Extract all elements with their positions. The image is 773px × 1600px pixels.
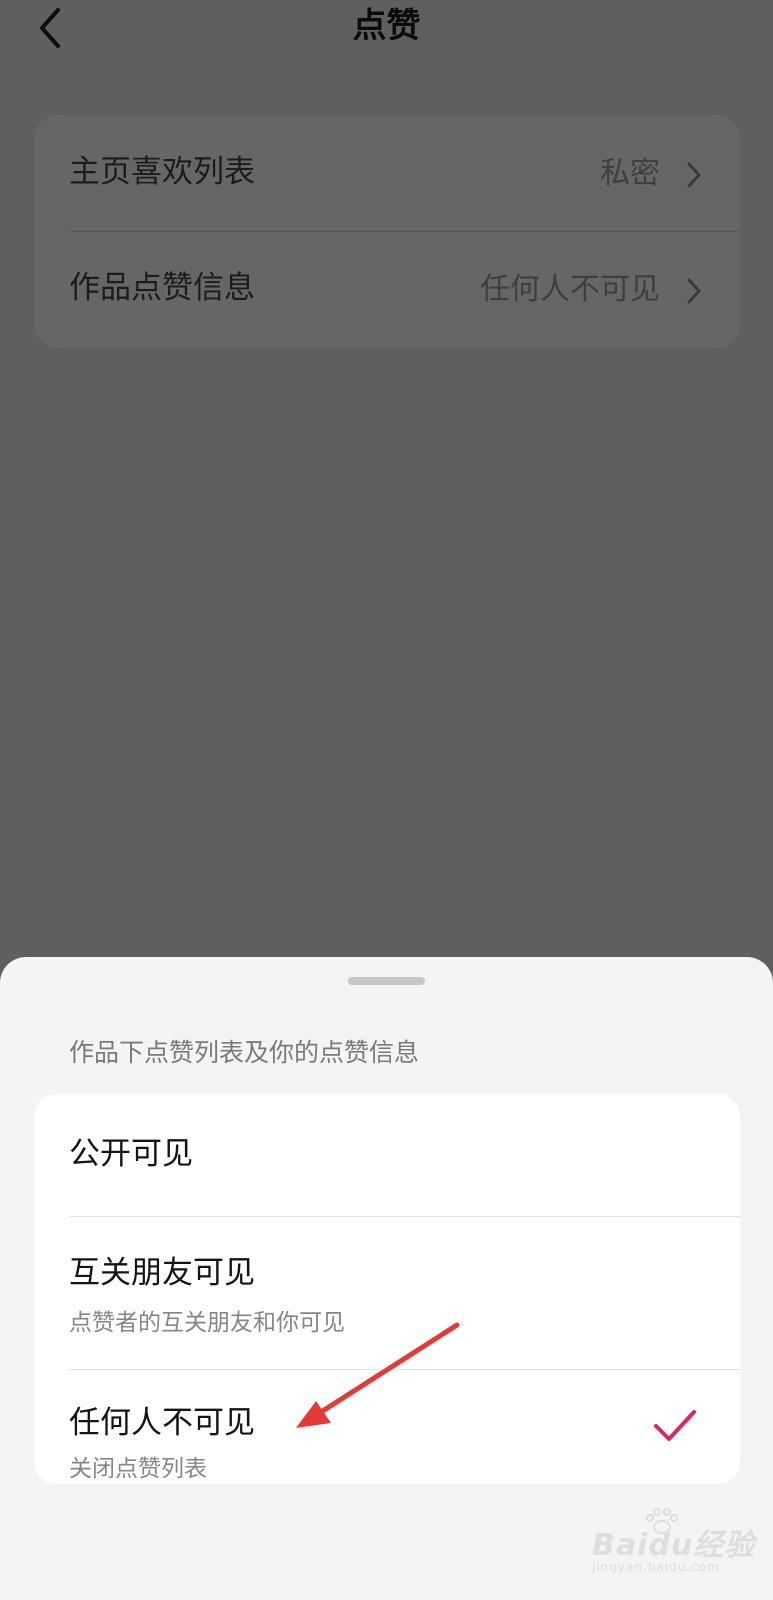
watermark-url: jingyan.baidu.com xyxy=(592,1560,720,1574)
page-title: 点赞 xyxy=(352,6,421,46)
checkmark-icon xyxy=(654,1410,696,1441)
option-description: 关闭点赞列表 xyxy=(69,1456,207,1482)
option-title: 互关朋友可见 xyxy=(69,1255,255,1291)
top-bar: 点赞 xyxy=(0,0,773,56)
like-settings-card: 主页喜欢列表 私密 作品点赞信息 任何人不可见 xyxy=(34,115,740,348)
bottom-sheet: 作品下点赞列表及你的点赞信息 公开可见 互关朋友可见 点赞者的互关朋友和你可见 … xyxy=(0,957,773,1600)
sheet-caption: 作品下点赞列表及你的点赞信息 xyxy=(69,1038,420,1067)
watermark-logo: Baidu经验 xyxy=(592,1528,756,1563)
setting-label: 主页喜欢列表 xyxy=(69,154,255,190)
option-title: 公开可见 xyxy=(69,1136,193,1172)
setting-row-home-likes[interactable]: 主页喜欢列表 私密 xyxy=(34,115,740,231)
option-mutual-friends[interactable]: 互关朋友可见 点赞者的互关朋友和你可见 xyxy=(34,1216,740,1369)
baidu-watermark: Baidu经验 jingyan.baidu.com xyxy=(586,1508,756,1590)
option-nobody[interactable]: 任何人不可见 关闭点赞列表 xyxy=(34,1369,740,1484)
chevron-right-icon xyxy=(687,278,701,304)
chevron-right-icon xyxy=(687,162,701,188)
option-public[interactable]: 公开可见 xyxy=(34,1094,740,1216)
setting-label: 作品点赞信息 xyxy=(69,270,255,306)
setting-value: 任何人不可见 xyxy=(480,272,660,307)
setting-value: 私密 xyxy=(600,156,660,191)
option-title: 任何人不可见 xyxy=(69,1405,255,1441)
visibility-options: 公开可见 互关朋友可见 点赞者的互关朋友和你可见 任何人不可见 关闭点赞列表 xyxy=(34,1094,740,1484)
drag-handle[interactable] xyxy=(348,977,425,985)
option-description: 点赞者的互关朋友和你可见 xyxy=(69,1310,345,1336)
setting-row-like-info[interactable]: 作品点赞信息 任何人不可见 xyxy=(34,231,740,347)
